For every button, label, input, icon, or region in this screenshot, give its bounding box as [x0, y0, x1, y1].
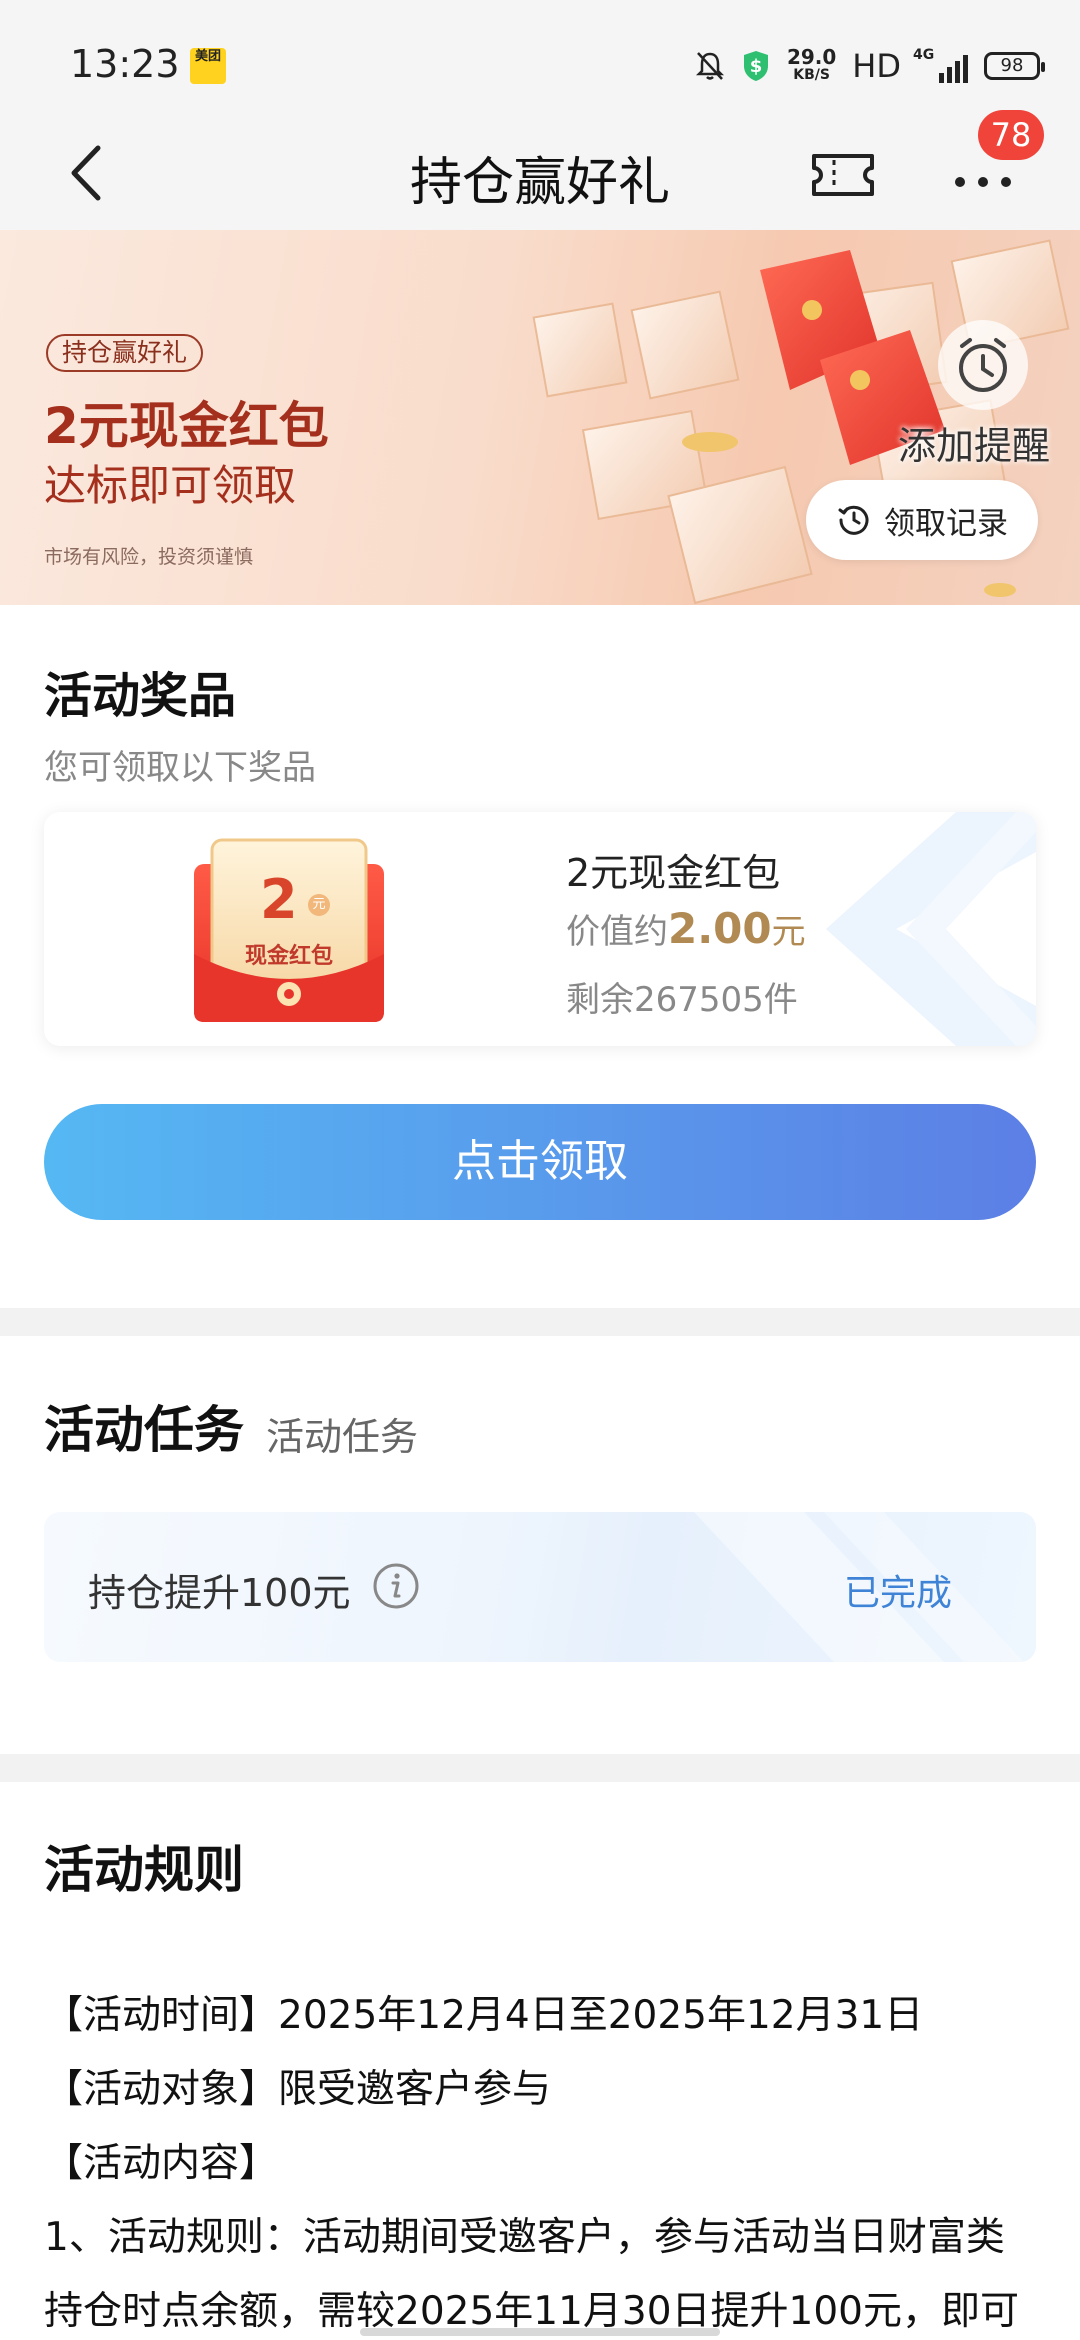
mute-bell-icon — [695, 52, 724, 80]
task-status: 已完成 — [844, 1573, 953, 1614]
envelope-label: 现金红包 — [244, 944, 333, 969]
claim-record-button[interactable]: 领取记录 — [806, 480, 1038, 560]
prize-section-title: 活动奖品 — [44, 668, 237, 724]
task-row: 持仓提升100元 已完成 — [44, 1512, 1036, 1662]
home-indicator[interactable] — [360, 2328, 720, 2336]
task-label: 持仓提升100元 — [88, 1571, 351, 1615]
envelope-unit: 元 — [308, 894, 330, 916]
red-envelope-image: 2 元 现金红包 — [190, 834, 388, 1026]
history-icon — [838, 505, 869, 535]
alarm-clock-icon — [959, 338, 1007, 392]
prize-section-subtitle: 您可领取以下奖品 — [44, 748, 316, 788]
svg-text:$: $ — [750, 56, 763, 77]
chevron-decoration-icon — [826, 812, 1036, 1046]
status-bar: 13:23 美团 $ 29.0 KB/S HD 4G 98 — [0, 0, 1080, 120]
section-divider — [0, 1754, 1080, 1782]
signal-icon: 4G — [913, 47, 968, 83]
rule-line: 【活动内容】 — [44, 2141, 279, 2186]
network-speed: 29.0 KB/S — [786, 45, 837, 83]
shield-dollar-icon: $ — [743, 51, 768, 81]
battery-icon: 98 — [984, 52, 1045, 80]
status-time: 13:23 — [70, 42, 180, 86]
add-reminder-label: 添加提醒 — [898, 424, 1051, 468]
reminder-circle — [938, 320, 1028, 410]
status-icons: $ 29.0 KB/S HD 4G 98 — [695, 44, 1045, 88]
rule-line: 【活动对象】限受邀客户参与 — [44, 2067, 552, 2112]
section-divider — [0, 1308, 1080, 1336]
claim-record-label: 领取记录 — [884, 505, 1008, 542]
prize-card: 2 元 现金红包 2元现金红包 价值约2.00元 剩余267505件 — [44, 812, 1036, 1046]
task-section-title: 活动任务 — [44, 1401, 244, 1459]
banner-headline: 2元现金红包 — [44, 397, 329, 455]
claim-button[interactable]: 点击领取 — [44, 1104, 1036, 1220]
ticket-icon[interactable] — [810, 142, 876, 208]
info-icon[interactable] — [372, 1562, 420, 1610]
rule-line: 【活动时间】2025年12月4日至2025年12月31日 — [44, 1993, 924, 2038]
notification-badge: 78 — [978, 110, 1044, 160]
add-reminder-button[interactable]: 添加提醒 — [898, 320, 1050, 468]
prize-name: 2元现金红包 — [566, 851, 781, 895]
risk-notice: 市场有风险，投资须谨慎 — [44, 546, 254, 568]
envelope-amount: 2 — [260, 868, 298, 931]
banner-subline: 达标即可领取 — [44, 461, 297, 510]
rule-line: 1、活动规则：活动期间受邀客户，参与活动当日财富类 — [44, 2215, 1005, 2260]
page-title: 持仓赢好礼 — [409, 153, 670, 213]
task-section-subtitle: 活动任务 — [266, 1415, 419, 1459]
prize-remaining: 剩余267505件 — [566, 980, 798, 1020]
prize-value-amount: 2.00 — [668, 904, 772, 953]
prize-value: 价值约2.00元 — [566, 904, 806, 953]
nav-bar: 持仓赢好礼 — [0, 120, 1080, 230]
meituan-app-icon: 美团 — [190, 48, 226, 84]
hd-indicator: HD — [852, 47, 901, 85]
banner-tag: 持仓赢好礼 — [46, 334, 204, 372]
rules-section-title: 活动规则 — [44, 1841, 244, 1899]
